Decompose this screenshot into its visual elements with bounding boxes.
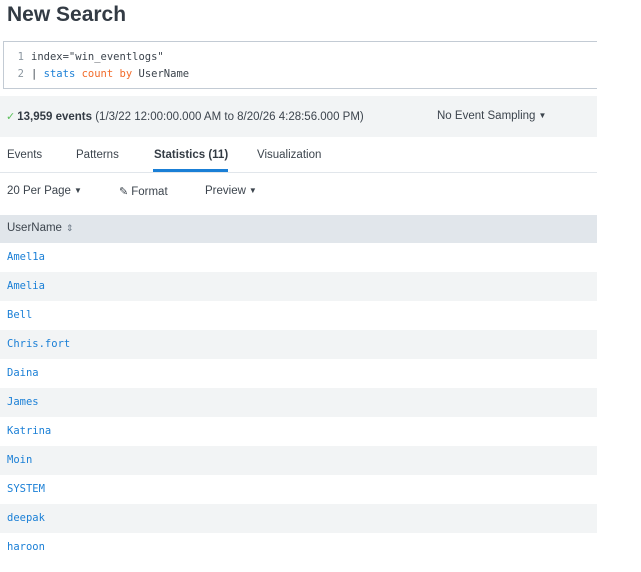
per-page-label: 20 Per Page <box>7 185 71 197</box>
time-range: (1/3/22 12:00:00.000 AM to 8/20/26 4:28:… <box>92 111 364 123</box>
results-table: UserName ⇕ Amel1a Amelia Bell Chris.fort … <box>0 215 597 562</box>
table-row: SYSTEM <box>0 475 597 504</box>
username-cell[interactable]: Moin <box>7 454 32 466</box>
active-tab-indicator <box>153 169 228 172</box>
search-keyword: by <box>119 68 133 80</box>
pencil-icon: ✎ <box>119 186 129 198</box>
table-row: haroon <box>0 533 597 562</box>
search-line-2[interactable]: 2 | stats count by UserName <box>4 66 189 82</box>
username-cell[interactable]: Bell <box>7 309 32 321</box>
table-row: Amelia <box>0 272 597 301</box>
per-page-dropdown[interactable]: 20 Per Page ▼ <box>7 185 82 197</box>
event-sampling-dropdown[interactable]: No Event Sampling ▼ <box>437 110 546 122</box>
username-cell[interactable]: Daina <box>7 367 39 379</box>
caret-down-icon: ▼ <box>538 111 547 120</box>
username-cell[interactable]: Amelia <box>7 280 45 292</box>
preview-dropdown[interactable]: Preview ▼ <box>205 185 257 197</box>
format-label: Format <box>131 186 168 198</box>
tab-statistics[interactable]: Statistics (11) <box>154 149 228 161</box>
table-header: UserName ⇕ <box>0 215 597 243</box>
preview-label: Preview <box>205 185 246 197</box>
pipe-symbol: | <box>31 68 44 80</box>
table-row: Chris.fort <box>0 330 597 359</box>
check-icon: ✓ <box>6 111 16 123</box>
tab-events[interactable]: Events <box>7 149 42 161</box>
results-tabs: Events Patterns Statistics (11) Visualiz… <box>0 137 597 173</box>
tab-patterns[interactable]: Patterns <box>76 149 119 161</box>
line-number: 2 <box>17 68 24 80</box>
tab-visualization[interactable]: Visualization <box>257 149 321 161</box>
table-row: Bell <box>0 301 597 330</box>
caret-down-icon: ▼ <box>248 186 257 195</box>
table-row: Katrina <box>0 417 597 446</box>
search-function: count <box>81 68 114 80</box>
event-summary: ✓ 13,959 events (1/3/22 12:00:00.000 AM t… <box>6 110 364 123</box>
search-text: index="win_eventlogs" <box>31 51 164 63</box>
table-row: deepak <box>0 504 597 533</box>
format-button[interactable]: ✎ Format <box>119 185 168 198</box>
table-row: Moin <box>0 446 597 475</box>
event-sampling-label: No Event Sampling <box>437 110 536 122</box>
search-field: UserName <box>138 68 190 80</box>
username-cell[interactable]: Chris.fort <box>7 338 70 350</box>
column-header-username[interactable]: UserName ⇕ <box>7 222 74 234</box>
search-command: stats <box>43 68 76 80</box>
username-cell[interactable]: SYSTEM <box>7 483 45 495</box>
search-line-1[interactable]: 1 index="win_eventlogs" <box>4 49 164 65</box>
username-cell[interactable]: Amel1a <box>7 251 45 263</box>
username-cell[interactable]: deepak <box>7 512 45 524</box>
column-header-label: UserName <box>7 222 62 234</box>
search-input[interactable]: 1 index="win_eventlogs" 2 | stats count by… <box>3 41 597 89</box>
caret-down-icon: ▼ <box>73 186 82 195</box>
username-cell[interactable]: James <box>7 396 39 408</box>
username-cell[interactable]: Katrina <box>7 425 51 437</box>
event-count: 13,959 events <box>17 111 93 123</box>
table-row: Daina <box>0 359 597 388</box>
username-cell[interactable]: haroon <box>7 541 45 553</box>
table-row: Amel1a <box>0 243 597 272</box>
sort-icon: ⇕ <box>65 223 74 233</box>
line-number: 1 <box>17 51 24 63</box>
page-title: New Search <box>7 3 127 26</box>
table-row: James <box>0 388 597 417</box>
